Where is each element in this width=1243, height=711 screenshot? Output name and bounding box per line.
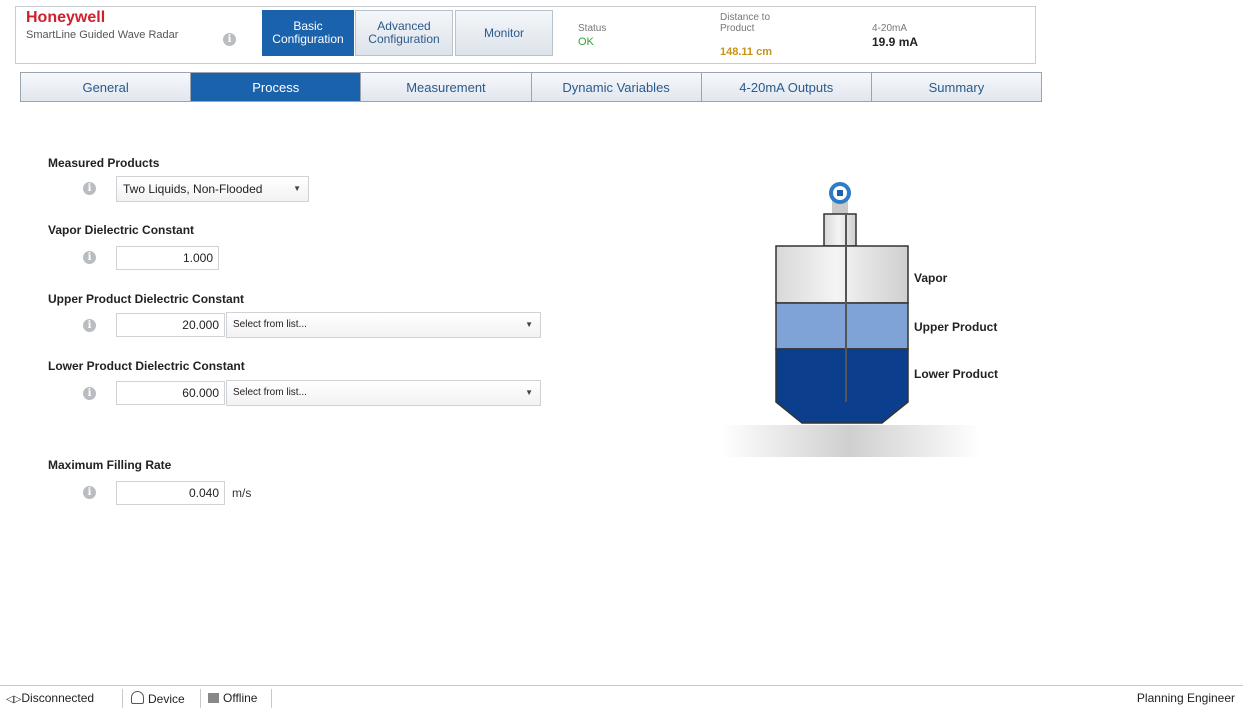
chevron-down-icon: ▼: [525, 320, 533, 329]
upper-dc-select-value: Select from list...: [233, 319, 307, 330]
tab-monitor[interactable]: Monitor: [455, 10, 553, 56]
lower-dc-select[interactable]: Select from list... ▼: [226, 380, 541, 406]
distance-label-line1: Distance to: [720, 12, 771, 23]
info-icon[interactable]: i: [83, 486, 96, 499]
product-name: SmartLine Guided Wave Radar: [26, 29, 179, 41]
disconnected-status[interactable]: ◁▷Disconnected: [6, 691, 94, 705]
tank-vapor-layer: [775, 245, 909, 304]
user-role: Planning Engineer: [1136, 691, 1235, 705]
info-icon[interactable]: i: [223, 33, 236, 46]
info-icon[interactable]: i: [83, 387, 96, 400]
offline-label: Offline: [223, 691, 258, 705]
upper-dc-select[interactable]: Select from list... ▼: [226, 312, 541, 338]
current-label: 4-20mA: [872, 23, 908, 34]
vapor-dc-input[interactable]: 1.000: [116, 246, 219, 270]
subtab-measurement[interactable]: Measurement: [361, 73, 532, 101]
divider: [200, 689, 201, 708]
measured-products-label: Measured Products: [48, 156, 160, 170]
max-fill-label: Maximum Filling Rate: [48, 458, 172, 472]
ground-shadow: [720, 425, 980, 457]
info-icon[interactable]: i: [83, 251, 96, 264]
lower-dc-select-value: Select from list...: [233, 387, 307, 398]
tab-label-line2: Configuration: [368, 32, 440, 46]
distance-value: 148.11 cm: [720, 46, 772, 58]
offline-icon: [208, 693, 219, 703]
distance-label-line2: Product: [720, 23, 755, 34]
tab-advanced-configuration[interactable]: Advanced Configuration: [355, 10, 453, 56]
device-status[interactable]: Device: [131, 691, 185, 706]
tab-basic-configuration[interactable]: Basic Configuration: [262, 10, 354, 56]
chevron-down-icon: ▼: [293, 184, 301, 193]
subtab-summary[interactable]: Summary: [871, 73, 1042, 101]
measured-products-select[interactable]: Two Liquids, Non-Flooded ▼: [116, 176, 309, 202]
subtab-bar: General Process Measurement Dynamic Vari…: [20, 72, 1042, 102]
upper-product-label: Upper Product: [914, 320, 998, 334]
measured-products-value: Two Liquids, Non-Flooded: [123, 182, 263, 196]
lower-product-label: Lower Product: [914, 367, 999, 381]
upper-dc-label: Upper Product Dielectric Constant: [48, 292, 245, 306]
tank-lower-layer: [775, 348, 909, 424]
tab-label-line1: Basic: [293, 19, 323, 33]
subtab-general[interactable]: General: [21, 73, 192, 101]
honeywell-logo: Honeywell: [26, 9, 106, 26]
status-bar: ◁▷Disconnected Device Offline Planning E…: [0, 685, 1243, 711]
tab-label-line2: Configuration: [272, 32, 344, 46]
offline-status[interactable]: Offline: [208, 691, 257, 705]
vapor-label: Vapor: [914, 271, 948, 285]
tank-upper-layer: [775, 302, 909, 350]
upper-dc-input[interactable]: 20.000: [116, 313, 225, 337]
disconnected-label: Disconnected: [21, 691, 95, 705]
tab-label-line1: Advanced: [377, 19, 431, 33]
radar-sensor-icon: [829, 182, 851, 215]
subtab-process[interactable]: Process: [191, 73, 362, 101]
vapor-dc-label: Vapor Dielectric Constant: [48, 223, 195, 237]
status-value: OK: [578, 36, 594, 48]
distance-label: Distance to Product: [720, 12, 830, 34]
lower-dc-input[interactable]: 60.000: [116, 381, 225, 405]
chevron-down-icon: ▼: [525, 388, 533, 397]
plug-icon: ◁▷: [6, 694, 22, 705]
tab-label: Monitor: [483, 25, 524, 40]
info-icon[interactable]: i: [83, 182, 96, 195]
subtab-dynamic-variables[interactable]: Dynamic Variables: [531, 73, 702, 101]
tank-neck: [823, 213, 857, 247]
current-value: 19.9 mA: [872, 35, 919, 49]
device-icon: [131, 691, 144, 704]
lower-dc-label: Lower Product Dielectric Constant: [48, 359, 245, 373]
divider: [122, 689, 123, 708]
subtab-4-20ma-outputs[interactable]: 4-20mA Outputs: [701, 73, 872, 101]
max-fill-input[interactable]: 0.040: [116, 481, 225, 505]
device-label: Device: [148, 692, 185, 706]
max-fill-unit: m/s: [232, 486, 252, 500]
info-icon[interactable]: i: [83, 319, 96, 332]
divider: [271, 689, 272, 708]
status-label: Status: [578, 23, 607, 34]
